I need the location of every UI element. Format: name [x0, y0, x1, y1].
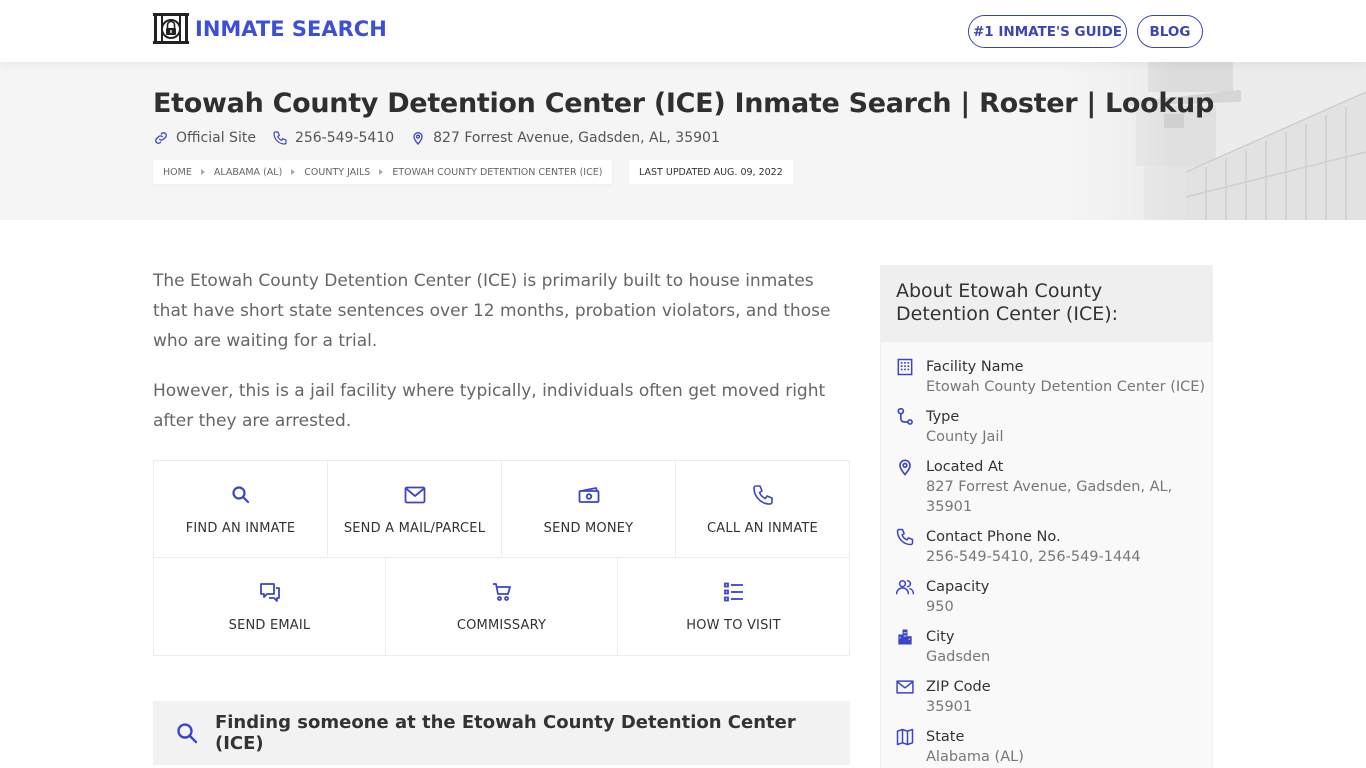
building-icon: [897, 358, 913, 376]
page-title: Etowah County Detention Center (ICE) Inm…: [153, 88, 1214, 119]
info-label: City: [926, 629, 955, 645]
action-label: COMMISSARY: [456, 618, 547, 633]
breadcrumb-separator-icon: [200, 169, 205, 175]
info-zip: ZIP Code 35901: [895, 677, 1212, 717]
action-label: SEND MONEY: [543, 520, 634, 536]
sidebar-title: About Etowah County Detention Center (IC…: [896, 280, 1119, 325]
route-icon: [897, 407, 913, 425]
info-label: Type: [926, 409, 960, 425]
location-pin-icon: [413, 132, 423, 145]
users-icon: [895, 580, 915, 595]
breadcrumb-state[interactable]: ALABAMA (AL): [214, 167, 282, 178]
info-location: Located At 827 Forrest Avenue, Gadsden, …: [895, 457, 1212, 517]
send-mail-button[interactable]: SEND A MAIL/PARCEL: [328, 461, 502, 557]
money-icon: [578, 486, 599, 503]
breadcrumb-home[interactable]: HOME: [163, 167, 192, 178]
phone-icon: [752, 484, 773, 505]
how-to-visit-button[interactable]: HOW TO VISIT: [618, 558, 849, 655]
last-updated-badge: LAST UPDATED AUG. 09, 2022: [629, 160, 793, 184]
action-label: CALL AN INMATE: [707, 520, 818, 536]
breadcrumb-facility[interactable]: ETOWAH COUNTY DETENTION CENTER (ICE): [392, 167, 602, 178]
intro-text: The Etowah County Detention Center (ICE)…: [153, 266, 843, 456]
send-money-button[interactable]: SEND MONEY: [502, 461, 676, 557]
blog-button[interactable]: BLOG: [1137, 15, 1203, 48]
envelope-icon: [896, 680, 914, 694]
address: 827 Forrest Avenue, Gadsden, AL, 35901: [410, 130, 720, 146]
call-inmate-button[interactable]: CALL AN INMATE: [676, 461, 849, 557]
official-site-label: Official Site: [176, 130, 256, 146]
info-label: Facility Name: [926, 359, 1024, 375]
breadcrumb: HOME ALABAMA (AL) COUNTY JAILS ETOWAH CO…: [153, 160, 613, 184]
info-value: Alabama (AL): [926, 749, 1024, 765]
info-value: 35901: [926, 699, 973, 715]
prison-tower-background-image: [1066, 62, 1366, 220]
commissary-button[interactable]: COMMISSARY: [386, 558, 618, 655]
facility-info-sidebar: About Etowah County Detention Center (IC…: [880, 265, 1213, 768]
send-email-button[interactable]: SEND EMAIL: [154, 558, 386, 655]
cart-icon: [492, 583, 511, 601]
top-navbar: INMATE SEARCH #1 INMATE'S GUIDE BLOG: [0, 0, 1366, 62]
mail-icon: [404, 486, 425, 503]
location-pin-icon: [899, 459, 911, 476]
action-label: FIND AN INMATE: [185, 520, 296, 536]
info-state: State Alabama (AL): [895, 727, 1212, 767]
hero-banner: Etowah County Detention Center (ICE) Inm…: [0, 62, 1366, 220]
finding-section-header: Finding someone at the Etowah County Det…: [153, 701, 850, 765]
action-label: SEND EMAIL: [228, 618, 311, 633]
link-icon: [155, 132, 167, 144]
list-icon: [723, 582, 743, 602]
info-label: Capacity: [926, 579, 990, 595]
action-grid: FIND AN INMATE SEND A MAIL/PARCEL SEND M…: [153, 460, 850, 656]
breadcrumb-county-jails[interactable]: COUNTY JAILS: [304, 167, 370, 178]
intro-paragraph: The Etowah County Detention Center (ICE)…: [153, 271, 831, 351]
info-label: Contact Phone No.: [926, 529, 1061, 545]
search-icon: [177, 723, 198, 744]
city-icon: [898, 629, 912, 645]
info-value: Etowah County Detention Center (ICE): [926, 379, 1206, 395]
address-text: 827 Forrest Avenue, Gadsden, AL, 35901: [433, 130, 720, 146]
site-logo[interactable]: INMATE SEARCH: [153, 13, 387, 44]
breadcrumb-separator-icon: [291, 169, 296, 175]
info-value: 256-549-5410, 256-549-1444: [926, 549, 1141, 565]
info-label: ZIP Code: [926, 679, 991, 695]
map-icon: [896, 728, 914, 746]
sidebar-header: About Etowah County Detention Center (IC…: [881, 266, 1212, 342]
phone-icon: [896, 528, 914, 546]
phone-link[interactable]: 256-549-5410: [272, 130, 394, 146]
action-label: HOW TO VISIT: [686, 618, 781, 633]
info-capacity: Capacity 950: [895, 577, 1212, 617]
intro-paragraph: However, this is a jail facility where t…: [153, 381, 826, 431]
search-icon: [231, 485, 249, 503]
chat-icon: [259, 583, 280, 602]
logo-text: INMATE SEARCH: [195, 16, 387, 41]
info-value: 950: [926, 599, 954, 615]
info-label: State: [926, 729, 965, 745]
jail-lock-icon: [153, 13, 189, 44]
breadcrumb-separator-icon: [379, 169, 384, 175]
inmates-guide-button[interactable]: #1 INMATE'S GUIDE: [968, 15, 1127, 48]
info-label: Located At: [926, 459, 1004, 475]
finding-heading: Finding someone at the Etowah County Det…: [214, 712, 796, 754]
find-inmate-button[interactable]: FIND AN INMATE: [154, 461, 328, 557]
info-phone: Contact Phone No. 256-549-5410, 256-549-…: [895, 527, 1212, 567]
info-city: City Gadsden: [895, 627, 1212, 667]
info-type: Type County Jail: [895, 407, 1212, 447]
facility-info-list: Facility Name Etowah County Detention Ce…: [881, 342, 1212, 767]
info-value: County Jail: [926, 429, 1004, 445]
action-label: SEND A MAIL/PARCEL: [343, 520, 486, 536]
info-value: Gadsden: [926, 649, 991, 665]
phone-number: 256-549-5410: [294, 130, 395, 146]
facility-meta-row: Official Site 256-549-5410 827 Forrest A…: [153, 130, 736, 146]
phone-icon: [273, 131, 287, 145]
official-site-link[interactable]: Official Site: [153, 130, 256, 146]
info-value: 827 Forrest Avenue, Gadsden, AL, 35901: [926, 479, 1173, 515]
info-facility-name: Facility Name Etowah County Detention Ce…: [895, 357, 1212, 397]
